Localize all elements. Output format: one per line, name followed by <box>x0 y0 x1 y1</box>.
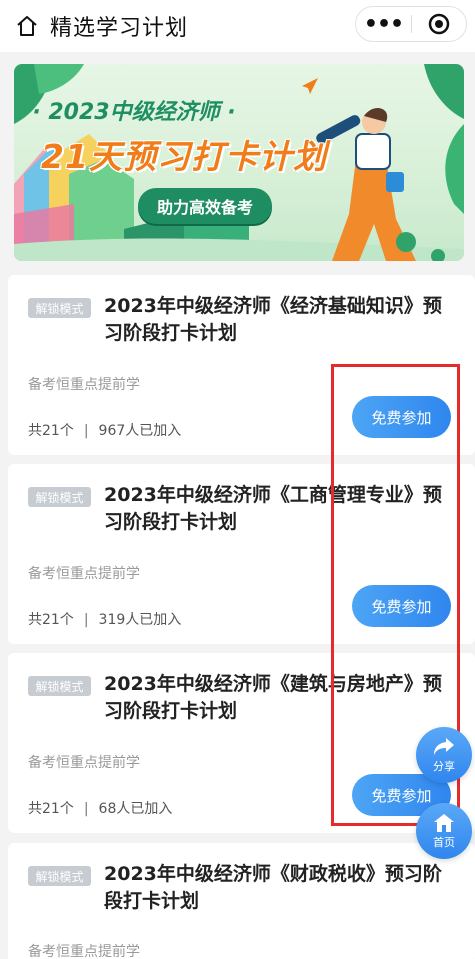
share-icon <box>434 737 454 755</box>
plan-joined: 319人已加入 <box>98 612 182 628</box>
close-button[interactable] <box>412 7 466 41</box>
plan-meta: 共21个 | 319人已加入 <box>28 609 181 629</box>
home-nav-button[interactable] <box>8 7 46 45</box>
more-button[interactable]: ••• <box>356 7 411 41</box>
plan-count: 共21个 <box>28 801 74 817</box>
plan-subtitle: 备考恒重点提前学 <box>28 377 140 393</box>
home-outline-icon <box>17 16 37 36</box>
unlock-mode-badge: 解锁模式 <box>28 676 91 696</box>
plan-count: 共21个 <box>28 423 74 439</box>
plan-subtitle: 备考恒重点提前学 <box>28 755 140 771</box>
plan-count: 共21个 <box>28 612 74 628</box>
share-button[interactable]: 分享 <box>416 727 472 783</box>
plan-subtitle: 备考恒重点提前学 <box>28 566 140 582</box>
top-bar: 精选学习计划 ••• <box>0 0 475 52</box>
share-label: 分享 <box>433 759 455 773</box>
meta-divider: | <box>83 423 89 439</box>
plan-meta: 共21个 | 967人已加入 <box>28 420 181 440</box>
home-icon <box>434 813 454 832</box>
page-title: 精选学习计划 <box>50 16 189 41</box>
plan-meta: 共21个 | 68人已加入 <box>28 798 172 818</box>
home-button[interactable]: 首页 <box>416 803 472 859</box>
promo-banner[interactable]: · 2023中级经济师 · 21天预习打卡计划 助力高效备考 <box>14 64 464 261</box>
home-label: 首页 <box>433 835 455 849</box>
plan-title: 2023年中级经济师《经济基础知识》预习阶段打卡计划 <box>104 295 442 344</box>
unlock-mode-badge: 解锁模式 <box>28 298 91 318</box>
meta-divider: | <box>83 612 89 628</box>
plan-joined: 967人已加入 <box>98 423 182 439</box>
plan-title: 2023年中级经济师《财政税收》预习阶段打卡计划 <box>104 863 442 912</box>
plan-joined: 68人已加入 <box>98 801 173 817</box>
unlock-mode-badge: 解锁模式 <box>28 866 91 886</box>
banner-pill: 助力高效备考 <box>138 188 272 224</box>
record-icon <box>428 13 450 35</box>
banner-headline: 21天预习打卡计划 <box>41 137 327 176</box>
plan-subtitle: 备考恒重点提前学 <box>28 944 140 959</box>
meta-divider: | <box>83 801 89 817</box>
unlock-mode-badge: 解锁模式 <box>28 487 91 507</box>
mini-program-capsule: ••• <box>355 6 467 42</box>
more-icon: ••• <box>363 11 404 37</box>
plan-card[interactable]: 解锁模式 2023年中级经济师《财政税收》预习阶段打卡计划 备考恒重点提前学 <box>8 843 475 959</box>
banner-subtitle: · 2023中级经济师 · <box>32 100 236 125</box>
